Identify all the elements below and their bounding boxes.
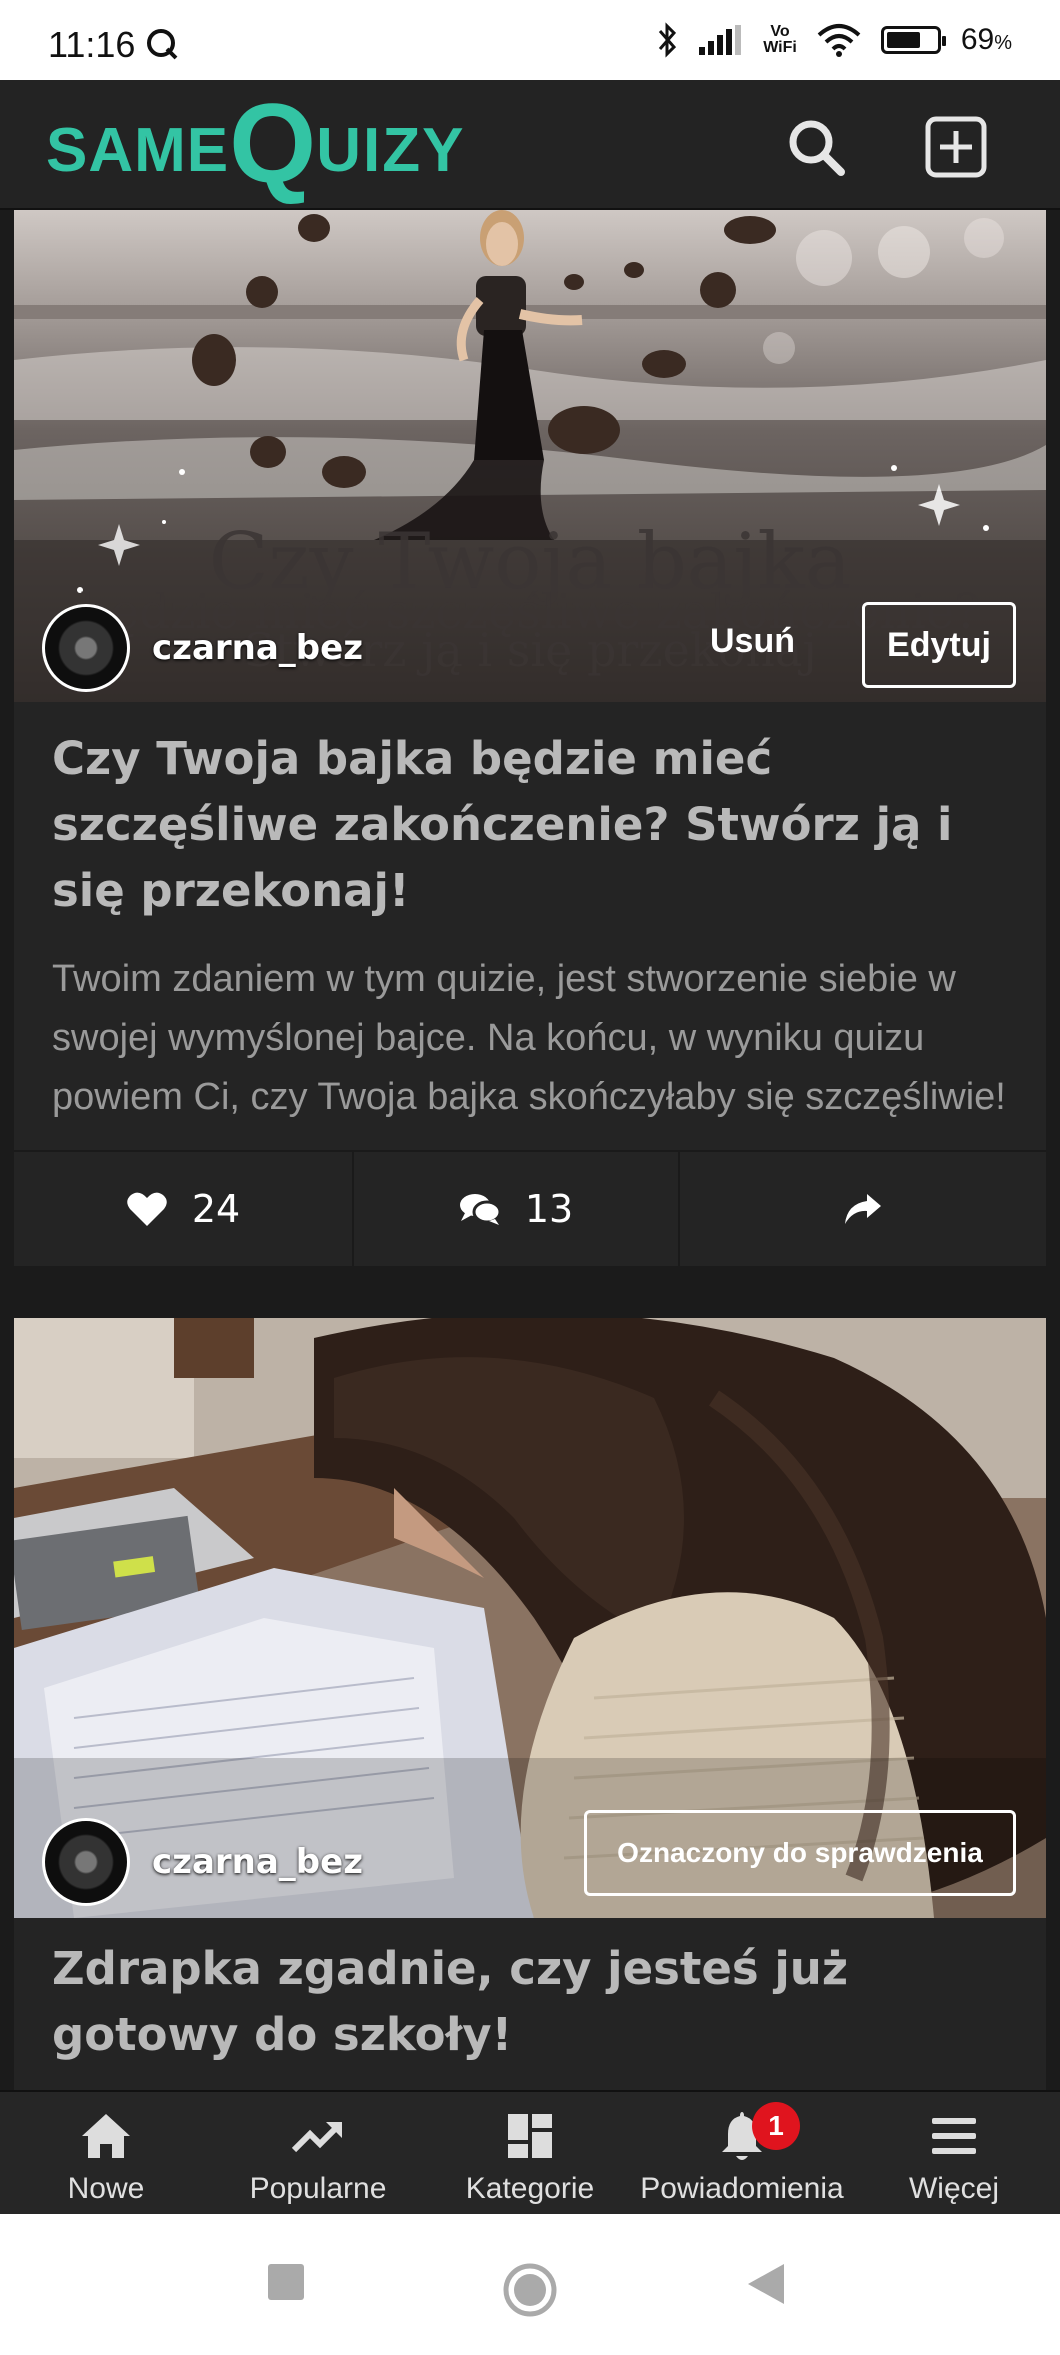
notification-badge: 1 [752, 2102, 800, 2150]
quiz-title[interactable]: Zdrapka zgadnie, czy jesteś już gotowy d… [14, 1936, 1046, 2068]
quiz-title[interactable]: Czy Twoja bajka będzie mieć szczęśliwe z… [14, 726, 1046, 924]
recents-button[interactable] [266, 2262, 306, 2302]
author-info[interactable]: czarna_bez [42, 604, 363, 692]
dashboard-icon [508, 2114, 552, 2158]
quiz-description: Twoim zdaniem w tym quizie, jest stworze… [52, 958, 1006, 1118]
like-button[interactable]: 24 [14, 1152, 354, 1266]
nav-item-powiadomienia[interactable]: 1 Powiadomienia [636, 2092, 848, 2214]
heart-icon [127, 1192, 167, 1226]
battery-icon [880, 26, 946, 54]
nav-item-nowe[interactable]: Nowe [0, 2092, 212, 2214]
like-count: 24 [191, 1187, 241, 1231]
vowifi-indicator: Vo WiFi [763, 24, 797, 56]
quiz-thumbnail[interactable]: czarna_bez Oznaczony do sprawdzenia [14, 1318, 1046, 1918]
author-name[interactable]: czarna_bez [152, 1842, 363, 1882]
home-button[interactable] [502, 2262, 558, 2318]
logo-q: Q [229, 81, 317, 206]
search-button[interactable] [784, 115, 848, 179]
nav-label: Więcej [908, 2172, 999, 2205]
add-quiz-button[interactable] [924, 115, 988, 179]
comments-button[interactable]: 13 [354, 1152, 680, 1266]
avatar[interactable] [42, 1818, 130, 1906]
status-time-text: 11:16 [48, 24, 136, 65]
quiz-thumbnail[interactable]: Czy Twoja bajka będzie mieć szczęśliwe z… [14, 210, 1046, 702]
samequizy-logo[interactable]: SAME Q UIZY [46, 81, 466, 206]
status-bar: 11:16 Vo WiFi 69% [0, 0, 1060, 80]
nav-label: Popularne [249, 2172, 387, 2205]
edit-button[interactable]: Edytuj [862, 602, 1016, 688]
plus-square-icon [925, 116, 987, 178]
share-button[interactable] [680, 1152, 1046, 1266]
battery-percent: 69 [960, 23, 995, 56]
nav-label: Powiadomienia [640, 2172, 844, 2205]
system-navigation-bar [0, 2214, 1060, 2355]
quiz-card[interactable]: Czy Twoja bajka będzie mieć szczęśliwe z… [14, 210, 1046, 1266]
comments-icon [459, 1194, 501, 1225]
bottom-navigation: Nowe Popularne Kategorie 1 Powiadomienia… [0, 2090, 1060, 2214]
battery-unit: % [994, 32, 1012, 54]
nav-item-popularne[interactable]: Popularne [212, 2092, 424, 2214]
delete-button[interactable]: Usuń [710, 622, 795, 661]
flagged-for-review-button[interactable]: Oznaczony do sprawdzenia [584, 1810, 1016, 1896]
status-time: 11:16 [48, 24, 179, 66]
author-info[interactable]: czarna_bez [42, 1818, 363, 1906]
wifi-icon [817, 24, 861, 57]
battery-level [886, 32, 920, 48]
back-button[interactable] [746, 2262, 786, 2306]
share-icon [845, 1194, 881, 1224]
quiz-actions: 24 13 [14, 1150, 1046, 1266]
nav-item-wiecej[interactable]: Więcej [848, 2092, 1060, 2214]
trending-icon [291, 2122, 342, 2153]
nav-item-kategorie[interactable]: Kategorie [424, 2092, 636, 2214]
search-icon [789, 120, 845, 176]
app-header: SAME Q UIZY [0, 80, 1060, 210]
logo-uizy: UIZY [316, 116, 466, 185]
battery-text: 69% [961, 23, 1012, 57]
comment-count: 13 [524, 1187, 574, 1231]
nav-label: Nowe [67, 2172, 145, 2205]
status-icons: Vo WiFi 69% [657, 22, 1012, 58]
assistant-q-icon [147, 29, 178, 60]
vowifi-top: Vo [770, 23, 790, 40]
menu-icon [932, 2118, 976, 2154]
signal-icon [699, 25, 742, 55]
avatar[interactable] [42, 604, 130, 692]
nav-label: Kategorie [465, 2172, 595, 2205]
bluetooth-icon [659, 22, 677, 58]
author-name[interactable]: czarna_bez [152, 628, 363, 668]
vowifi-bottom: WiFi [763, 39, 797, 56]
logo-same: SAME [46, 116, 230, 185]
home-icon [82, 2114, 130, 2158]
